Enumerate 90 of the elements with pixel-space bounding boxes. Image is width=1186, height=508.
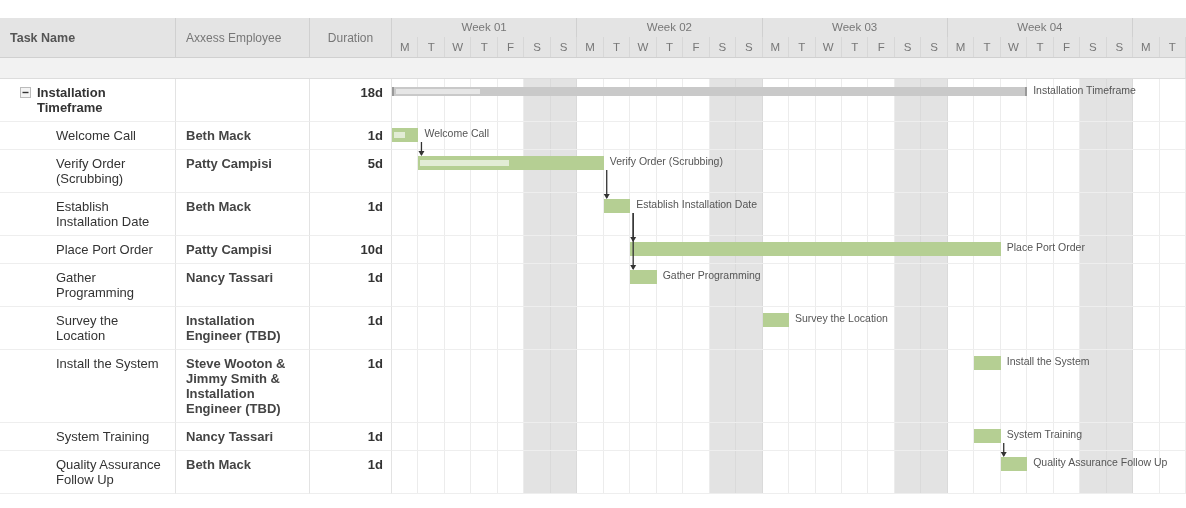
bar-label: Place Port Order: [1006, 241, 1085, 253]
bar-label: Verify Order (Scrubbing): [609, 155, 723, 167]
duration: 10d: [310, 236, 392, 264]
day-label: S: [894, 37, 922, 57]
employee-name: Patty Campisi: [176, 150, 310, 193]
day-label: S: [736, 37, 763, 57]
task-name: Welcome Call: [0, 122, 176, 150]
bar-label: Installation Timeframe: [1033, 84, 1136, 96]
day-label: F: [683, 37, 710, 57]
day-label: T: [471, 37, 498, 57]
task-name: Place Port Order: [0, 236, 176, 264]
employee-name: Steve Wooton & Jimmy Smith & Installation Engineer (TBD): [176, 350, 310, 423]
column-header[interactable]: Axxess Employee: [176, 18, 310, 58]
day-label: T: [789, 37, 816, 57]
day-label: F: [868, 37, 895, 57]
day-label: T: [1159, 37, 1186, 57]
employee-name: Beth Mack: [176, 451, 310, 494]
dependency-arrow: [418, 141, 425, 156]
day-label: W: [815, 37, 842, 57]
day-label: S: [921, 37, 948, 57]
task-name: Survey the Location: [0, 307, 176, 350]
task-bar[interactable]: [630, 270, 657, 284]
day-label: S: [550, 37, 578, 57]
day-label: M: [392, 37, 419, 57]
duration: 18d: [310, 79, 392, 122]
day-label: M: [1133, 37, 1160, 57]
day-label: T: [974, 37, 1001, 57]
employee-name: Beth Mack: [176, 193, 310, 236]
duration: 5d: [310, 150, 392, 193]
task-bar[interactable]: [418, 156, 604, 170]
bar-label: Quality Assurance Follow Up: [1033, 456, 1168, 468]
day-label: S: [524, 37, 551, 57]
bar-label: Survey the Location: [795, 312, 888, 324]
task-bar[interactable]: [762, 313, 789, 327]
employee-name: Beth Mack: [176, 122, 310, 150]
duration: 1d: [310, 350, 392, 423]
task-name: Establish Installation Date: [0, 193, 176, 236]
duration: 1d: [310, 264, 392, 307]
employee-name: Nancy Tassari: [176, 264, 310, 307]
duration: 1d: [310, 451, 392, 494]
task-bar[interactable]: [630, 242, 1001, 256]
employee-name: Installation Engineer (TBD): [176, 307, 310, 350]
task-name: Gather Programming: [0, 264, 176, 307]
task-bar[interactable]: [603, 199, 631, 213]
duration: 1d: [310, 307, 392, 350]
task-bar[interactable]: [974, 356, 1001, 370]
task-bar[interactable]: [1000, 457, 1028, 471]
day-label: W: [630, 37, 657, 57]
bar-label: Install the System: [1006, 355, 1090, 367]
task-name: System Training: [0, 423, 176, 451]
day-label: T: [1027, 37, 1054, 57]
day-label: W: [1000, 37, 1028, 57]
day-label: F: [1053, 37, 1081, 57]
dependency-arrow: [603, 169, 610, 199]
day-label: T: [656, 37, 684, 57]
bar-label: Gather Programming: [662, 269, 761, 281]
duration: 1d: [310, 122, 392, 150]
week-label: Week 04: [947, 18, 1134, 37]
summary-bar[interactable]: [392, 87, 1028, 96]
employee-name: Nancy Tassari: [176, 423, 310, 451]
bar-label: Establish Installation Date: [636, 198, 757, 210]
day-label: W: [444, 37, 472, 57]
day-label: S: [709, 37, 737, 57]
task-bar[interactable]: [392, 128, 419, 142]
task-name: Install the System: [0, 350, 176, 423]
column-header[interactable]: Task Name: [0, 18, 176, 58]
day-label: S: [1106, 37, 1134, 57]
day-label: M: [762, 37, 790, 57]
week-label: Week 03: [762, 18, 948, 37]
week-label: Week 01: [392, 18, 578, 37]
duration: 1d: [310, 193, 392, 236]
day-label: M: [947, 37, 975, 57]
bar-label: Welcome Call: [424, 127, 490, 139]
dependency-arrow: [1000, 442, 1007, 457]
day-label: F: [497, 37, 525, 57]
day-label: T: [418, 37, 445, 57]
task-name: Verify Order (Scrubbing): [0, 150, 176, 193]
bar-label: System Training: [1006, 428, 1082, 440]
task-name: Quality Assurance Follow Up: [0, 451, 176, 494]
day-label: T: [603, 37, 631, 57]
week-label: Week 02: [577, 18, 763, 37]
day-label: M: [577, 37, 604, 57]
day-label: T: [841, 37, 869, 57]
duration: 1d: [310, 423, 392, 451]
task-name: Installation Timeframe: [37, 85, 107, 115]
column-header[interactable]: Duration: [310, 18, 392, 58]
collapse-icon[interactable]: [20, 87, 31, 98]
task-bar[interactable]: [974, 429, 1001, 443]
day-label: S: [1080, 37, 1107, 57]
employee-name: Patty Campisi: [176, 236, 310, 264]
